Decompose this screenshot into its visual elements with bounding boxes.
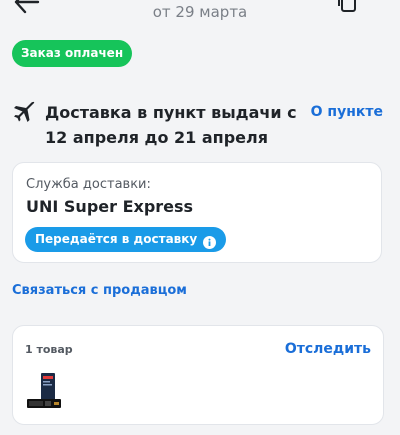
airplane-icon	[12, 101, 36, 125]
items-count: 1 товар	[25, 343, 73, 356]
delivery-title: Доставка в пункт выдачи с 12 апреля до 2…	[45, 103, 297, 147]
delivery-status-text: Передаётся в доставку	[35, 232, 198, 246]
copy-icon[interactable]	[336, 0, 358, 14]
order-status-badge: Заказ оплачен	[12, 40, 133, 67]
service-label: Служба доставки:	[26, 177, 151, 192]
delivery-service-card: Служба доставки: UNI Super Express Перед…	[12, 162, 382, 263]
delivery-status-badge[interactable]: Передаётся в доставку	[25, 227, 227, 252]
pickup-point-link[interactable]: О пункте	[311, 104, 383, 120]
contact-seller-link[interactable]: Связаться с продавцом	[12, 283, 187, 298]
items-card: 1 товар Отследить	[12, 325, 384, 425]
header: от 29 марта	[0, 0, 400, 28]
ssd-product-image[interactable]	[25, 370, 65, 412]
service-name: UNI Super Express	[26, 197, 194, 216]
track-link[interactable]: Отследить	[285, 341, 371, 357]
info-icon[interactable]	[203, 233, 217, 249]
